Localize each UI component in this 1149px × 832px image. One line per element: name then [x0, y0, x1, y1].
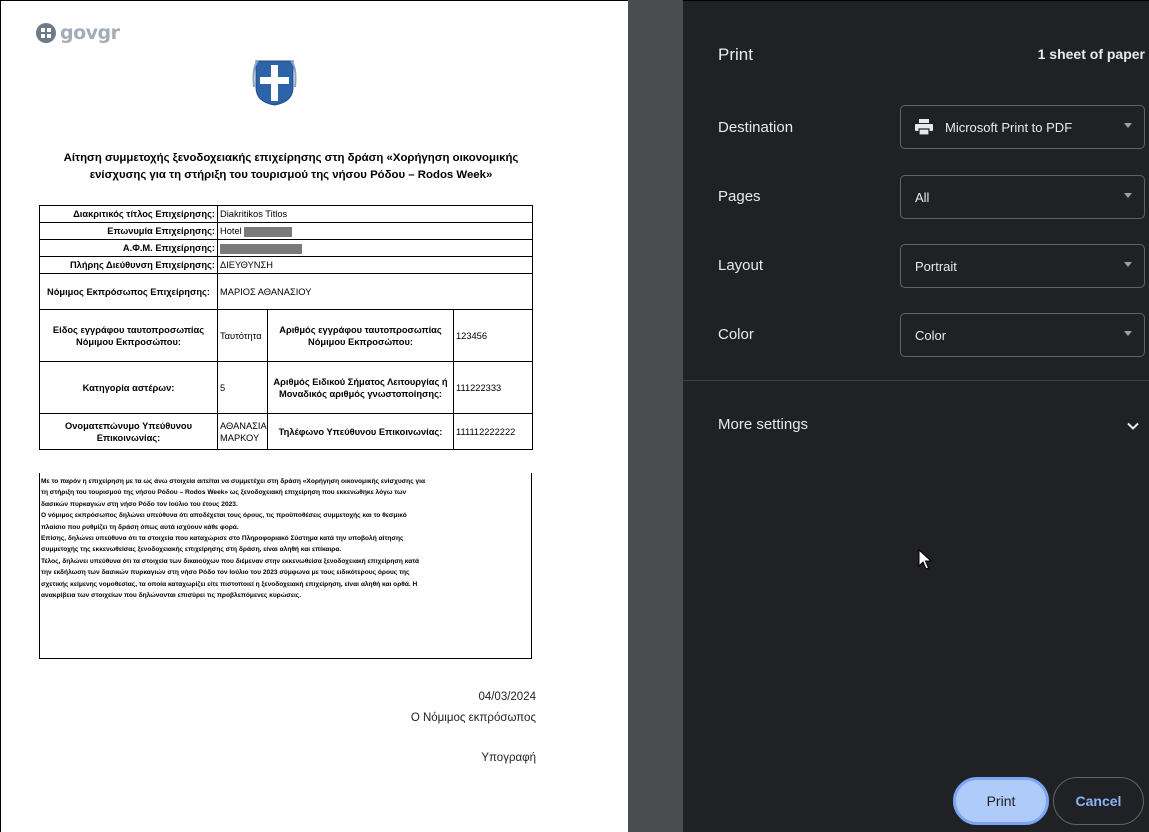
table-cell-value: ΜΑΡΙΟΣ ΑΘΑΝΑΣΙΟΥ [216, 273, 534, 310]
destination-select[interactable]: Microsoft Print to PDF [900, 105, 1145, 149]
document-title-line-2: ενίσχυσης για τη στήριξη του τουρισμού τ… [89, 169, 493, 181]
color-select[interactable]: Color [900, 313, 1145, 357]
table-cell-value: Ταυτότητα [217, 309, 268, 362]
declaration-line: Επίσης, δηλώνει υπεύθυνα ότι τα στοιχεία… [41, 535, 404, 543]
table-cell-label: Ονοματεπώνυμο Υπεύθυνου Επικοινωνίας: [39, 413, 218, 450]
greek-emblem-icon [252, 60, 297, 106]
table-row: Επωνυμία Επιχείρησης: Hotel [39, 222, 534, 240]
caret-down-icon [1124, 262, 1132, 267]
table-cell-label: Είδος εγγράφου ταυτοπροσωπίας Νόμιμου Εκ… [39, 309, 218, 362]
declaration-line: δασικών πυρκαγιών στη νήσο Ρόδο τον Ιούλ… [41, 500, 238, 508]
table-cell-value: Hotel [216, 222, 534, 240]
signature-role: Ο Νόμιμος εκπρόσωπος [410, 712, 536, 724]
table-cell-value: 111222333 [452, 361, 534, 414]
table-row: Α.Φ.Μ. Επιχείρησης: [39, 239, 534, 257]
print-settings-panel: Print 1 sheet of paper Destination Micro… [683, 0, 1149, 832]
declaration-line: Τέλος, δηλώνει υπεύθυνα ότι τα στοιχεία … [41, 557, 420, 565]
layout-label: Layout [718, 257, 764, 274]
table-cell-value: 5 [217, 361, 268, 414]
table-cell-value [216, 239, 534, 257]
table-row: Διακριτικός τίτλος Επιχείρησης: Diakriti… [39, 205, 534, 223]
declaration-line: σχετικής κείμενης νομοθεσίας, τα οποία κ… [41, 580, 418, 588]
pages-select[interactable]: All [900, 175, 1145, 219]
preview-scroll-gutter[interactable] [628, 0, 683, 832]
table-row: Κατηγορία αστέρων: 5 Αριθμός Ειδικού Σήμ… [39, 361, 534, 414]
layout-select[interactable]: Portrait [900, 244, 1145, 288]
table-row: Πλήρης Διεύθυνση Επιχείρησης: ΔΙΕΥΘΥΝΣΗ [39, 256, 534, 274]
table-cell-label: Επωνυμία Επιχείρησης: [39, 222, 218, 240]
pages-label: Pages [718, 188, 761, 205]
application-details-table: Διακριτικός τίτλος Επιχείρησης: Diakriti… [39, 205, 534, 450]
printer-icon [915, 119, 933, 136]
table-cell-label: Τηλέφωνο Υπεύθυνου Επικοινωνίας: [267, 413, 454, 450]
caret-down-icon [1124, 331, 1132, 336]
govgr-emblem-icon [36, 23, 56, 43]
color-label: Color [718, 326, 754, 343]
chevron-down-icon[interactable] [1126, 419, 1140, 433]
table-row: Ονοματεπώνυμο Υπεύθυνου Επικοινωνίας: ΑΘ… [39, 413, 534, 450]
table-cell-label: Διακριτικός τίτλος Επιχείρησης: [39, 205, 218, 223]
document-title: Αίτηση συμμετοχής ξενοδοχειακής επιχείρη… [31, 150, 551, 184]
declaration-line: συμμετοχής της εκκενωθείσας ξενοδοχειακή… [41, 546, 342, 554]
table-cell-value: Diakritikos Titlos [216, 205, 534, 223]
table-row: Είδος εγγράφου ταυτοπροσωπίας Νόμιμου Εκ… [39, 309, 534, 362]
print-preview-page: govgr Αίτηση συμμετοχής ξενοδοχειακής επ… [0, 0, 628, 832]
business-name-value: Hotel [220, 226, 242, 236]
color-value: Color [915, 327, 947, 343]
declaration-line: Με το παρόν η επιχείρηση με τα ως άνω στ… [41, 478, 426, 485]
print-dialog-window: govgr Αίτηση συμμετοχής ξενοδοχειακής επ… [0, 0, 1149, 832]
print-button[interactable]: Print [953, 777, 1049, 825]
declaration-text: Με το παρόν η επιχείρηση με τα ως άνω στ… [39, 473, 532, 659]
redaction-block [220, 243, 302, 254]
settings-divider [683, 380, 1149, 381]
caret-down-icon [1124, 193, 1132, 198]
more-settings-toggle[interactable]: More settings [718, 416, 808, 433]
declaration-line: πλαίσιο που ρυθμίζει τη δράση όπως αυτά … [41, 523, 239, 531]
caret-down-icon [1124, 123, 1132, 128]
table-cell-value: ΑΘΑΝΑΣΙΑ ΜΑΡΚΟΥ [217, 413, 268, 450]
sheet-count: 1 sheet of paper [1037, 46, 1145, 62]
table-cell-label: Κατηγορία αστέρων: [39, 361, 218, 414]
table-cell-value: ΔΙΕΥΘΥΝΣΗ [216, 256, 534, 274]
cancel-button[interactable]: Cancel [1053, 777, 1144, 825]
signature-label: Υπογραφή [481, 752, 536, 764]
declaration-line: τη στήριξη του τουρισμού της νήσου Ρόδου… [41, 489, 407, 497]
table-row: Νόμιμος Εκπρόσωπος Επιχείρησης: ΜΑΡΙΟΣ Α… [39, 273, 534, 310]
table-cell-value: 111112222222 [452, 413, 534, 450]
table-cell-value: 123456 [452, 309, 534, 362]
destination-label: Destination [718, 119, 794, 136]
mouse-cursor-icon [918, 549, 933, 570]
table-cell-label: Α.Φ.Μ. Επιχείρησης: [39, 239, 218, 257]
govgr-logo-text: govgr [60, 22, 120, 44]
declaration-line: Ο νόμιμος εκπρόσωπος δηλώνει υπεύθυνα ότ… [41, 512, 407, 520]
table-cell-label: Αριθμός Ειδικού Σήματος Λειτουργίας ή Μο… [267, 361, 454, 414]
print-panel-title: Print [718, 45, 753, 64]
govgr-logo: govgr [36, 22, 120, 44]
pages-value: All [915, 189, 930, 205]
destination-value: Microsoft Print to PDF [945, 119, 1073, 135]
layout-value: Portrait [915, 258, 957, 274]
table-cell-label: Αριθμός εγγράφου ταυτοπροσωπίας Νόμιμου … [267, 309, 454, 362]
declaration-line: ανακρίβεια των στοιχείων που δηλώνονται … [41, 592, 302, 600]
declaration-line: την εκδήλωση των δασικών πυρκαγιών στη ν… [41, 569, 410, 577]
document-title-line-1: Αίτηση συμμετοχής ξενοδοχειακής επιχείρη… [63, 152, 519, 164]
signature-date: 04/03/2024 [478, 691, 536, 703]
table-cell-label: Νόμιμος Εκπρόσωπος Επιχείρησης: [39, 273, 218, 310]
table-cell-label: Πλήρης Διεύθυνση Επιχείρησης: [39, 256, 218, 274]
redaction-block [244, 226, 293, 237]
